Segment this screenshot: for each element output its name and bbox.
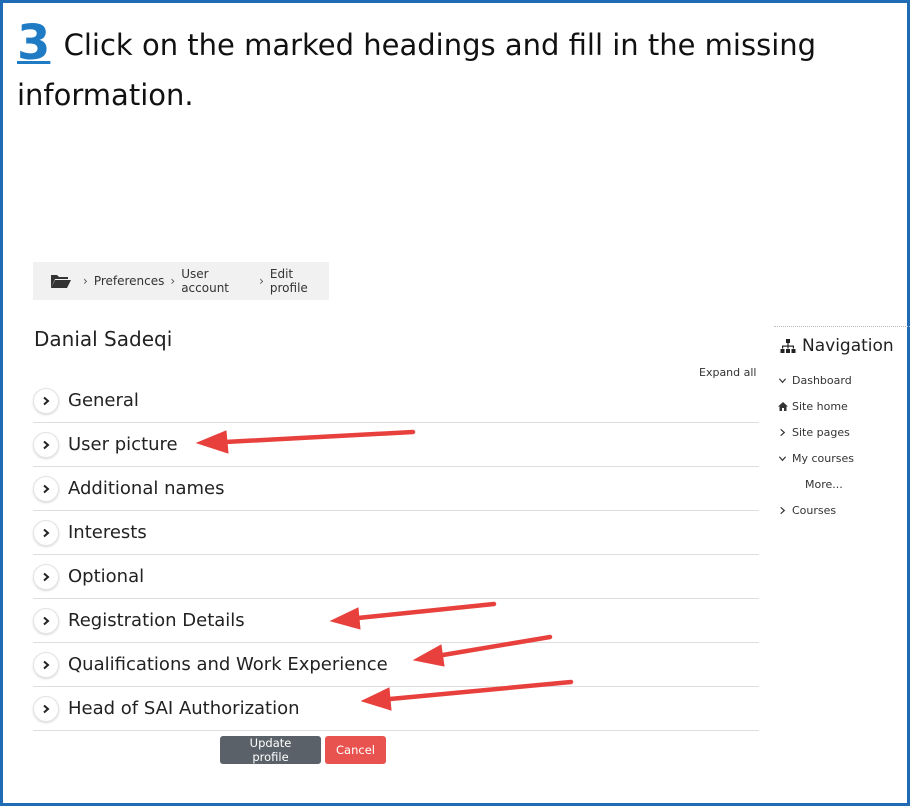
nav-item-label[interactable]: My courses — [792, 452, 854, 465]
chevron-right-icon[interactable] — [33, 387, 59, 414]
breadcrumb-separator: › — [259, 274, 264, 288]
instruction-text: 3 Click on the marked headings and fill … — [17, 18, 877, 120]
chevron-right-icon[interactable] — [33, 607, 59, 634]
section-additional-names[interactable]: Additional names — [33, 467, 759, 511]
form-buttons: Update profile Cancel — [220, 736, 386, 764]
section-label[interactable]: Interests — [68, 522, 147, 543]
nav-item-label[interactable]: Site pages — [792, 426, 850, 439]
folder-icon[interactable] — [51, 274, 71, 288]
section-qualifications[interactable]: Qualifications and Work Experience — [33, 643, 759, 687]
navigation-list: Dashboard Site home Site pages My course… — [774, 367, 910, 523]
section-label[interactable]: User picture — [68, 434, 178, 455]
profile-name: Danial Sadeqi — [34, 327, 173, 351]
chevron-right-icon[interactable] — [33, 563, 59, 590]
nav-item-label[interactable]: Courses — [792, 504, 836, 517]
profile-sections: General User picture Additional names In… — [33, 379, 759, 731]
home-icon — [778, 401, 788, 411]
chevron-right-icon — [778, 428, 788, 437]
chevron-right-icon — [778, 506, 788, 515]
nav-item-my-courses[interactable]: My courses — [774, 445, 910, 471]
chevron-down-icon — [778, 376, 788, 385]
navigation-block: Navigation Dashboard Site home Site page… — [774, 326, 910, 523]
update-profile-button[interactable]: Update profile — [220, 736, 321, 764]
nav-item-dashboard[interactable]: Dashboard — [774, 367, 910, 393]
section-label[interactable]: Optional — [68, 566, 144, 587]
chevron-right-icon[interactable] — [33, 519, 59, 546]
sitemap-icon — [780, 338, 796, 353]
navigation-title: Navigation — [774, 336, 910, 356]
divider — [774, 326, 910, 327]
section-head-of-sai-authorization[interactable]: Head of SAI Authorization — [33, 687, 759, 731]
breadcrumb: › Preferences › User account › Edit prof… — [33, 262, 329, 300]
nav-item-courses[interactable]: Courses — [774, 497, 910, 523]
nav-item-site-pages[interactable]: Site pages — [774, 419, 910, 445]
section-label[interactable]: Additional names — [68, 478, 225, 499]
section-registration-details[interactable]: Registration Details — [33, 599, 759, 643]
nav-item-label[interactable]: Site home — [792, 400, 848, 413]
chevron-right-icon[interactable] — [33, 651, 59, 678]
nav-item-site-home[interactable]: Site home — [774, 393, 910, 419]
chevron-right-icon[interactable] — [33, 431, 59, 458]
section-label[interactable]: Registration Details — [68, 610, 245, 631]
expand-all-link[interactable]: Expand all — [699, 366, 757, 379]
breadcrumb-item-edit-profile: Edit profile — [269, 267, 308, 295]
section-label[interactable]: General — [68, 390, 139, 411]
section-optional[interactable]: Optional — [33, 555, 759, 599]
chevron-right-icon[interactable] — [33, 695, 59, 722]
step-number: 3 — [17, 15, 51, 71]
section-label[interactable]: Qualifications and Work Experience — [68, 654, 388, 675]
cancel-button[interactable]: Cancel — [325, 736, 386, 764]
breadcrumb-separator: › — [83, 274, 88, 288]
section-interests[interactable]: Interests — [33, 511, 759, 555]
instruction-body: Click on the marked headings and fill in… — [17, 28, 817, 112]
breadcrumb-item-preferences[interactable]: Preferences — [94, 274, 165, 288]
nav-item-label[interactable]: Dashboard — [792, 374, 852, 387]
nav-item-more[interactable]: More... — [774, 471, 910, 497]
breadcrumb-item-user-account[interactable]: User account — [181, 267, 253, 295]
nav-item-label[interactable]: More... — [805, 478, 843, 491]
breadcrumb-separator: › — [170, 274, 176, 288]
section-general[interactable]: General — [33, 379, 759, 423]
section-label[interactable]: Head of SAI Authorization — [68, 698, 300, 719]
navigation-title-label: Navigation — [802, 336, 894, 356]
chevron-down-icon — [778, 454, 788, 463]
section-user-picture[interactable]: User picture — [33, 423, 759, 467]
chevron-right-icon[interactable] — [33, 475, 59, 502]
